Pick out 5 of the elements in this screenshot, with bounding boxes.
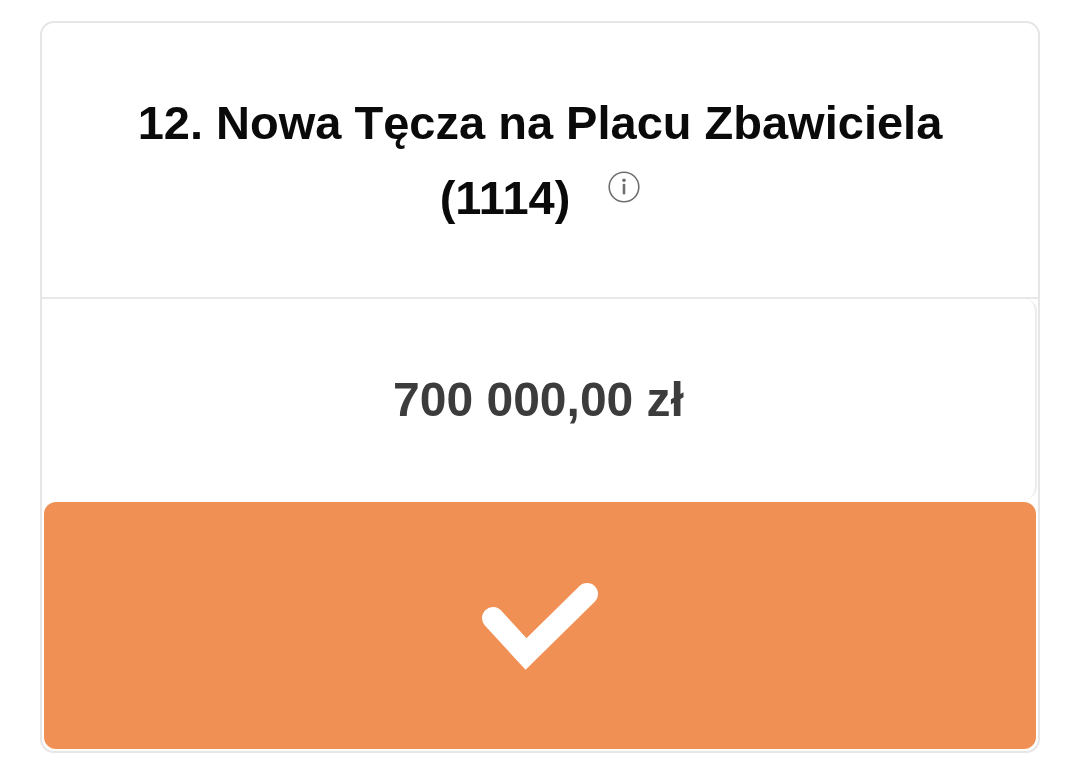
info-icon[interactable] [608, 171, 641, 203]
project-number: (1114) [439, 171, 571, 224]
checkmark-icon [479, 581, 601, 670]
project-title: 12. Nowa Tęcza na Placu Zbawiciela [137, 96, 943, 149]
project-amount: 700 000,00 zł [393, 371, 684, 427]
